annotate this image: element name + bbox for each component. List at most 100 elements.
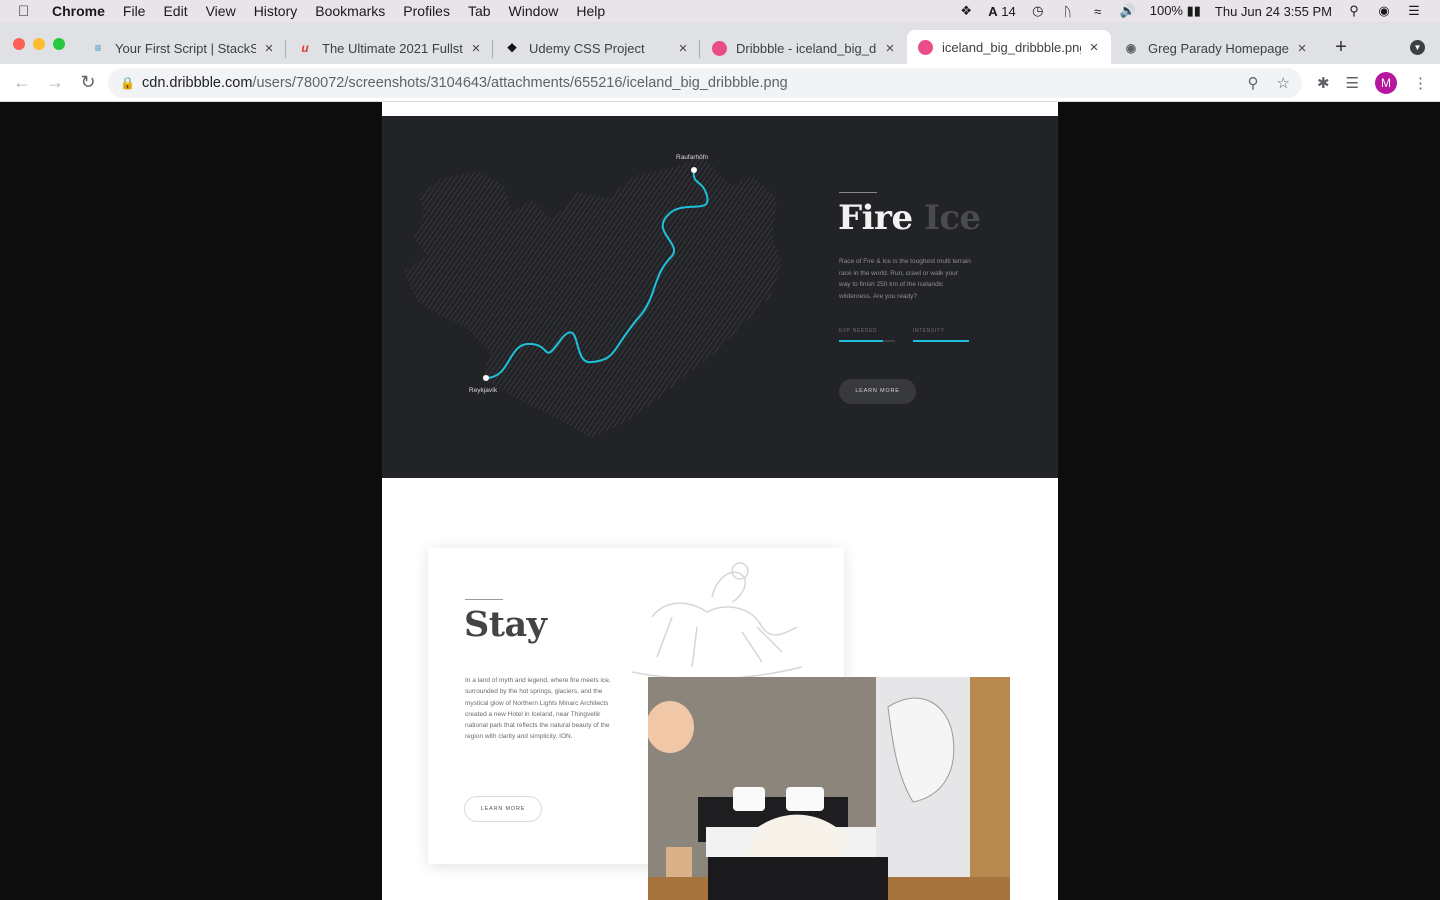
tab-label: Udemy CSS Project <box>529 40 645 56</box>
globe-icon: ◉ <box>1125 41 1137 55</box>
meter-label-intensity: INTENSITY <box>913 328 945 334</box>
back-button[interactable]: ← <box>11 72 33 93</box>
forward-button[interactable]: → <box>44 72 66 93</box>
udemy-icon: u <box>301 41 309 55</box>
tab-udemy-fullstack[interactable]: u The Ultimate 2021 Fullstack × <box>287 32 493 64</box>
meter-label-exp: EXP NEEDED <box>839 328 878 334</box>
tab-label: Dribbble - iceland_big_dribbble <box>736 40 877 56</box>
dribbble-image: Raufarhöfn Reykjavík Fire Ice Race of Fi… <box>382 102 1058 900</box>
lock-icon[interactable]: 🔒 <box>120 76 135 90</box>
stay-description: In a land of myth and legend, where fire… <box>465 677 611 741</box>
volume-icon[interactable]: 🔊 <box>1120 3 1136 19</box>
codepen-icon: ❖ <box>506 41 518 55</box>
meter-fill-exp <box>839 340 883 342</box>
dropbox-icon[interactable]: ❖ <box>958 3 974 19</box>
stay-learn-more-button[interactable]: LEARN MORE <box>464 796 542 822</box>
battery-percent: 100% <box>1149 3 1183 18</box>
tab-udemy-css[interactable]: ❖ Udemy CSS Project × <box>494 32 700 64</box>
battery-status[interactable]: 100% ▮▮ <box>1150 3 1201 19</box>
extensions-icon[interactable]: ✱ <box>1317 74 1330 92</box>
tab-label: iceland_big_dribbble.png <box>942 39 1081 55</box>
chrome-menu-icon[interactable]: ⋮ <box>1413 74 1428 92</box>
stay-title: Stay <box>464 604 547 645</box>
iceland-landmass <box>404 156 782 438</box>
tab-separator <box>492 40 493 58</box>
menu-help[interactable]: Help <box>576 3 605 19</box>
adobe-status[interactable]: A 14 <box>988 4 1015 19</box>
title-ice: Ice <box>923 198 981 238</box>
zoom-window-button[interactable] <box>53 38 65 50</box>
status-area: ❖ A 14 ◷ ᚢ ≈ 🔊 100% ▮▮ Thu Jun 24 3:55 P… <box>958 3 1422 19</box>
close-tab-icon[interactable]: × <box>883 40 897 57</box>
tab-label: Your First Script | StackSkills <box>115 40 256 56</box>
spotlight-search-icon[interactable]: ⚲ <box>1346 3 1362 19</box>
zoom-icon[interactable]: ⚲ <box>1248 74 1259 92</box>
tab-separator <box>699 40 700 58</box>
hotel-room-photo <box>648 677 1010 900</box>
adobe-icon: A <box>988 3 998 19</box>
finish-marker <box>691 167 697 173</box>
menu-app-name[interactable]: Chrome <box>52 3 105 19</box>
menu-profiles[interactable]: Profiles <box>403 3 450 19</box>
tab-stackskills[interactable]: ≡ Your First Script | StackSkills × <box>80 32 286 64</box>
browser-toolbar: ← → ↻ 🔒 cdn.dribbble.com/users/780072/sc… <box>0 64 1440 102</box>
tab-label: The Ultimate 2021 Fullstack <box>322 40 463 56</box>
menu-view[interactable]: View <box>206 3 236 19</box>
menu-file[interactable]: File <box>123 3 146 19</box>
tab-dribbble[interactable]: Dribbble - iceland_big_dribbble × <box>701 32 907 64</box>
tab-label: Greg Parady Homepage <box>1148 40 1289 56</box>
close-tab-icon[interactable]: × <box>1087 39 1101 56</box>
city-label-reykjavik: Reykjavík <box>469 387 498 394</box>
close-tab-icon[interactable]: × <box>469 40 483 57</box>
bookmark-star-icon[interactable]: ☆ <box>1277 74 1290 92</box>
meter-fill-intensity <box>913 340 969 342</box>
siri-icon[interactable]: ◉ <box>1376 3 1392 19</box>
minimize-window-button[interactable] <box>33 38 45 50</box>
apple-menu-icon[interactable]:  <box>18 3 38 20</box>
close-tab-icon[interactable]: × <box>1295 40 1309 57</box>
close-window-button[interactable] <box>13 38 25 50</box>
tab-strip: ≡ Your First Script | StackSkills × u Th… <box>0 22 1440 64</box>
menu-tab[interactable]: Tab <box>468 3 491 19</box>
time-machine-icon[interactable]: ◷ <box>1030 3 1046 19</box>
dribbble-icon <box>711 40 727 56</box>
fire-ice-title: Fire Ice <box>838 198 981 238</box>
tab-search-button[interactable]: ▼ <box>1410 40 1425 55</box>
horse-rider-illustration <box>631 562 803 680</box>
menu-edit[interactable]: Edit <box>163 3 187 19</box>
tab-iceland-png[interactable]: iceland_big_dribbble.png × <box>907 30 1111 64</box>
url-host: cdn.dribbble.com <box>142 75 253 91</box>
url-path: /users/780072/screenshots/3104643/attach… <box>252 75 788 91</box>
window-controls <box>13 38 65 50</box>
stay-title-rule <box>465 599 503 600</box>
battery-icon: ▮▮ <box>1186 3 1201 18</box>
city-label-raufarhofn: Raufarhöfn <box>676 154 709 161</box>
macos-menu-bar:  Chrome File Edit View History Bookmark… <box>0 0 1440 22</box>
bluetooth-icon[interactable]: ᚢ <box>1060 4 1076 19</box>
profile-avatar[interactable]: M <box>1375 72 1397 94</box>
title-rule <box>839 192 877 193</box>
menu-history[interactable]: History <box>254 3 298 19</box>
tab-greg-parady[interactable]: ◉ Greg Parady Homepage × <box>1113 32 1319 64</box>
reading-list-icon[interactable]: ☰ <box>1346 74 1359 92</box>
start-marker <box>483 375 489 381</box>
tab-separator <box>285 40 286 58</box>
fire-ice-hero: Raufarhöfn Reykjavík Fire Ice Race of Fi… <box>382 116 1058 478</box>
control-center-icon[interactable]: ☰ <box>1406 3 1422 19</box>
wifi-icon[interactable]: ≈ <box>1090 4 1106 19</box>
menu-window[interactable]: Window <box>509 3 559 19</box>
adobe-count: 14 <box>1001 3 1016 19</box>
fire-ice-learn-more-button[interactable]: LEARN MORE <box>839 379 916 404</box>
fire-ice-description: Race of Fire & Ice is the toughest multi… <box>839 258 971 300</box>
reload-button[interactable]: ↻ <box>77 72 99 93</box>
title-fire: Fire <box>838 198 913 238</box>
stackskills-icon: ≡ <box>94 41 102 55</box>
clock[interactable]: Thu Jun 24 3:55 PM <box>1215 4 1332 19</box>
menu-bookmarks[interactable]: Bookmarks <box>315 3 385 19</box>
new-tab-button[interactable]: + <box>1331 36 1351 59</box>
address-bar[interactable]: 🔒 cdn.dribbble.com/users/780072/screensh… <box>108 68 1302 98</box>
close-tab-icon[interactable]: × <box>262 40 276 57</box>
hotel-room-image <box>648 677 1010 900</box>
close-tab-icon[interactable]: × <box>676 40 690 57</box>
dribbble-icon <box>917 39 933 55</box>
